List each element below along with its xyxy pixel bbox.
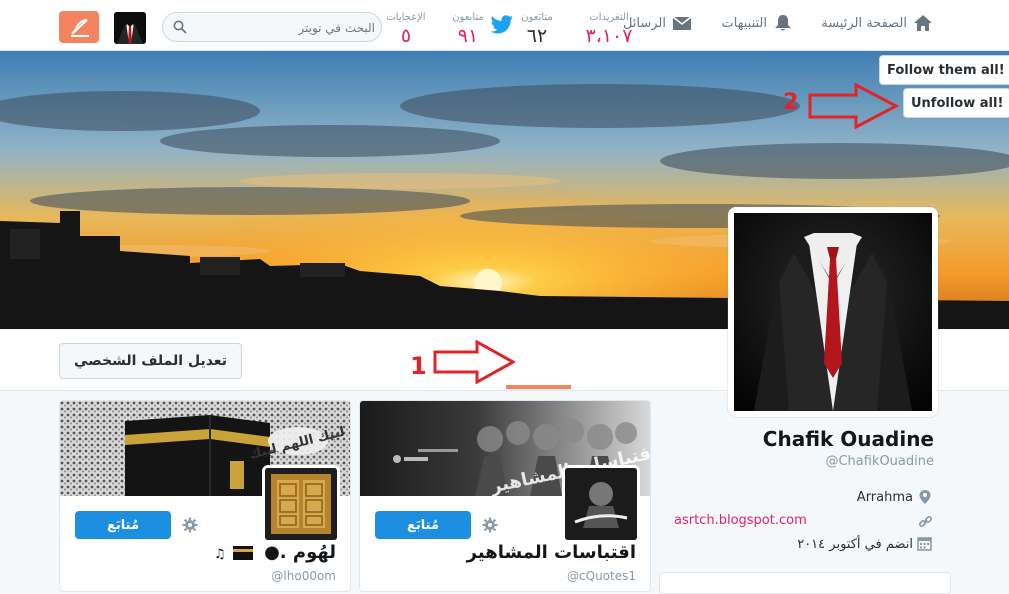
nav-notifications-label: التنبيهات <box>721 15 767 31</box>
location-pin-icon <box>919 490 931 504</box>
sidebar-module <box>659 572 951 594</box>
user-card[interactable]: لبيك اللهم لبيك مُتابَع لهُوم .● ♫ @lho0… <box>59 400 351 592</box>
user-card-avatar[interactable] <box>562 465 640 543</box>
compose-tweet-button[interactable] <box>59 11 99 43</box>
quill-icon <box>71 19 89 37</box>
profile-join-date: انضم في أكتوبر ٢٠١٤ <box>797 537 913 552</box>
nav-home[interactable]: الصفحة الرئيسة <box>821 14 933 32</box>
user-card-avatar[interactable] <box>262 465 340 543</box>
user-card[interactable]: اقتباسات المشاهير مُتابَع اقتباسات المشا… <box>359 400 651 592</box>
user-card-name[interactable]: لهُوم .● ♫ <box>214 542 336 563</box>
nav-notifications[interactable]: التنبيهات <box>722 14 793 32</box>
annotation-arrow-1 <box>433 340 515 384</box>
user-card-name-text: لهُوم .● <box>264 542 336 563</box>
bell-icon <box>775 15 791 31</box>
stat-tweets[interactable]: التغريدات ٣،١٠٧ <box>582 12 636 47</box>
calendar-icon <box>917 537 932 551</box>
stat-following-label: متابَعون <box>521 12 553 23</box>
stat-likes-label: الإعجابات <box>386 12 426 23</box>
active-tab-underline <box>506 385 571 389</box>
quotes-avatar-image <box>565 468 637 540</box>
top-nav: الصفحة الرئيسة التنبيهات الرسائل <box>0 0 1009 51</box>
stat-followers-value: ٩١ <box>457 25 479 47</box>
following-button[interactable]: مُتابَع <box>375 511 471 539</box>
stat-likes[interactable]: الإعجابات ٥ <box>378 12 434 47</box>
stat-following-value: ٦٢ <box>526 25 548 47</box>
follow-all-button[interactable]: Follow them all! <box>879 55 1009 85</box>
nav-home-label: الصفحة الرئيسة <box>821 15 907 31</box>
search-icon[interactable] <box>173 20 187 34</box>
stat-followers[interactable]: متابعون ٩١ <box>440 12 496 47</box>
unfollow-all-button[interactable]: Unfollow all! <box>903 88 1009 118</box>
stat-tweets-label: التغريدات <box>589 12 629 23</box>
home-icon <box>914 15 932 31</box>
kaaba-emoji-icon <box>232 546 253 560</box>
annotation-number-2: 2 <box>783 90 799 115</box>
profile-avatar[interactable] <box>728 207 938 417</box>
suit-avatar-image <box>734 213 932 411</box>
stat-followers-label: متابعون <box>452 12 484 23</box>
search-box[interactable] <box>162 12 382 42</box>
gear-icon[interactable] <box>182 517 198 533</box>
kaaba-door-avatar-image <box>265 468 337 540</box>
user-card-name[interactable]: اقتباسات المشاهير <box>467 542 636 563</box>
link-icon <box>918 515 933 528</box>
music-note-icon: ♫ <box>213 547 226 562</box>
annotation-arrow-2 <box>808 83 900 129</box>
stat-likes-value: ٥ <box>400 25 412 47</box>
user-card-handle[interactable]: @cQuotes1 <box>567 569 636 583</box>
annotation-number-1: 1 <box>410 352 427 380</box>
following-button[interactable]: مُتابَع <box>75 511 171 539</box>
gear-icon[interactable] <box>482 517 498 533</box>
account-avatar[interactable] <box>114 12 146 44</box>
edit-profile-button[interactable]: تعديل الملف الشخصي <box>59 343 242 379</box>
stat-tweets-value: ٣،١٠٧ <box>585 25 633 47</box>
profile-handle[interactable]: @ChafikOuadine <box>825 454 934 469</box>
profile-website-link[interactable]: asrtch.blogspot.com <box>674 513 807 528</box>
user-card-handle[interactable]: @lho00om <box>271 569 336 583</box>
search-input[interactable] <box>193 18 377 38</box>
envelope-icon <box>672 16 692 30</box>
profile-location: Arrahma <box>856 490 913 505</box>
stat-following[interactable]: متابَعون ٦٢ <box>506 12 568 47</box>
profile-name[interactable]: Chafik Ouadine <box>763 427 934 451</box>
